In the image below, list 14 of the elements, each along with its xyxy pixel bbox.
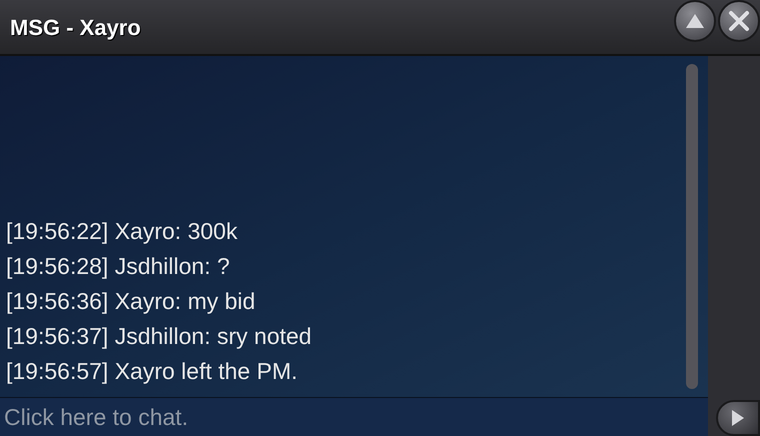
triangle-up-icon xyxy=(684,12,706,30)
window-title: MSG - Xayro xyxy=(10,14,141,42)
chat-message: [19:56:57] Xayro left the PM. xyxy=(6,357,298,386)
chat-message: [19:56:28] Jsdhillon: ? xyxy=(6,252,231,281)
triangle-right-icon xyxy=(730,408,746,428)
close-button[interactable] xyxy=(718,0,760,42)
close-icon xyxy=(728,10,750,32)
send-button[interactable] xyxy=(716,400,760,436)
scrollbar[interactable] xyxy=(686,64,698,389)
chat-input[interactable]: Click here to chat. xyxy=(0,398,708,436)
chat-message: [19:56:37] Jsdhillon: sry noted xyxy=(6,322,313,351)
chat-message: [19:56:22] Xayro: 300k xyxy=(6,217,238,246)
chat-message: [19:56:36] Xayro: my bid xyxy=(6,287,256,316)
collapse-button[interactable] xyxy=(674,0,716,42)
